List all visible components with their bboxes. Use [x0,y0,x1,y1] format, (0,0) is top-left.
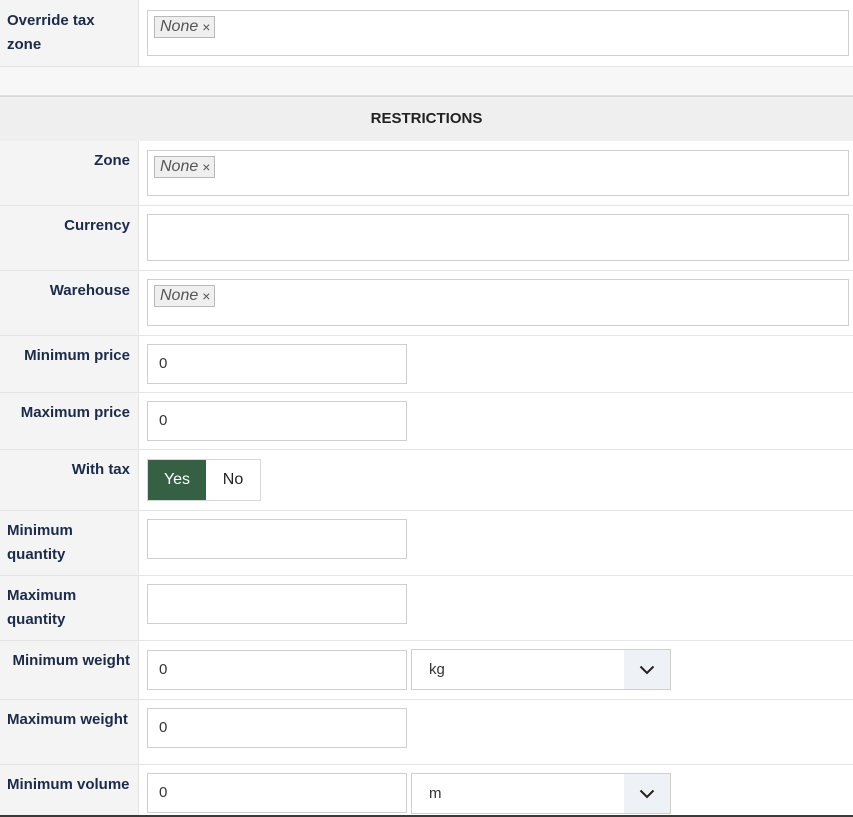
warehouse-row: Warehouse None × [0,271,853,336]
maximum-price-label: Maximum price [0,393,139,449]
override-tax-zone-row: Override tax zone None × [0,0,853,67]
zone-input[interactable]: None × [147,150,849,196]
with-tax-yes-button[interactable]: Yes [148,460,206,500]
minimum-price-input[interactable]: 0 [147,344,407,384]
currency-row: Currency [0,206,853,271]
minimum-volume-input[interactable]: 0 [147,773,407,813]
maximum-price-row: Maximum price 0 [0,393,853,450]
currency-field [139,206,853,270]
minimum-weight-field: 0 kg [139,641,853,699]
tag-label: None [160,287,199,304]
minimum-volume-label: Minimum volume [0,765,139,817]
maximum-quantity-field [139,576,853,640]
maximum-quantity-label: Maximum quantity [0,576,139,640]
minimum-quantity-row: Minimum quantity [0,511,853,576]
override-tax-zone-tag: None × [154,16,216,38]
with-tax-label: With tax [0,450,139,510]
minimum-quantity-label: Minimum quantity [0,511,139,575]
remove-tag-icon[interactable]: × [202,157,210,177]
minimum-weight-input[interactable]: 0 [147,650,407,690]
weight-unit-value: kg [429,661,445,678]
restrictions-section-header: RESTRICTIONS [0,96,853,141]
minimum-price-label: Minimum price [0,336,139,392]
with-tax-no-button[interactable]: No [206,460,260,500]
tag-label: None [160,158,199,175]
minimum-volume-field: 0 m [139,765,853,817]
minimum-quantity-input[interactable] [147,519,407,559]
override-tax-zone-label: Override tax zone [0,0,139,66]
override-tax-zone-input[interactable]: None × [147,10,849,56]
with-tax-toggle: Yes No [147,459,261,501]
maximum-quantity-row: Maximum quantity [0,576,853,641]
zone-row: Zone None × [0,141,853,206]
minimum-weight-label: Minimum weight [0,641,139,699]
chevron-down-icon [624,650,670,689]
zone-field: None × [139,141,853,205]
maximum-price-field: 0 [139,393,853,449]
zone-label: Zone [0,141,139,205]
currency-label: Currency [0,206,139,270]
minimum-price-field: 0 [139,336,853,392]
override-tax-zone-field: None × [139,0,853,66]
zone-tag: None × [154,156,216,178]
warehouse-field: None × [139,271,853,335]
tag-label: None [160,18,199,35]
remove-tag-icon[interactable]: × [202,17,210,37]
chevron-down-icon [624,774,670,813]
warehouse-tag: None × [154,285,216,307]
minimum-weight-row: Minimum weight 0 kg [0,641,853,700]
maximum-weight-field: 0 [139,700,853,764]
section-spacer [0,67,853,96]
remove-tag-icon[interactable]: × [202,286,210,306]
maximum-weight-row: Maximum weight 0 [0,700,853,765]
maximum-weight-input[interactable]: 0 [147,708,407,748]
warehouse-label: Warehouse [0,271,139,335]
maximum-quantity-input[interactable] [147,584,407,624]
maximum-price-input[interactable]: 0 [147,401,407,441]
volume-unit-select[interactable]: m [411,773,671,814]
with-tax-row: With tax Yes No [0,450,853,511]
warehouse-input[interactable]: None × [147,279,849,326]
minimum-volume-row: Minimum volume 0 m [0,765,853,817]
weight-unit-select[interactable]: kg [411,649,671,690]
minimum-price-row: Minimum price 0 [0,336,853,393]
volume-unit-value: m [429,785,442,802]
maximum-weight-label: Maximum weight [0,700,139,764]
with-tax-field: Yes No [139,450,853,510]
minimum-quantity-field [139,511,853,575]
currency-input[interactable] [147,214,849,261]
